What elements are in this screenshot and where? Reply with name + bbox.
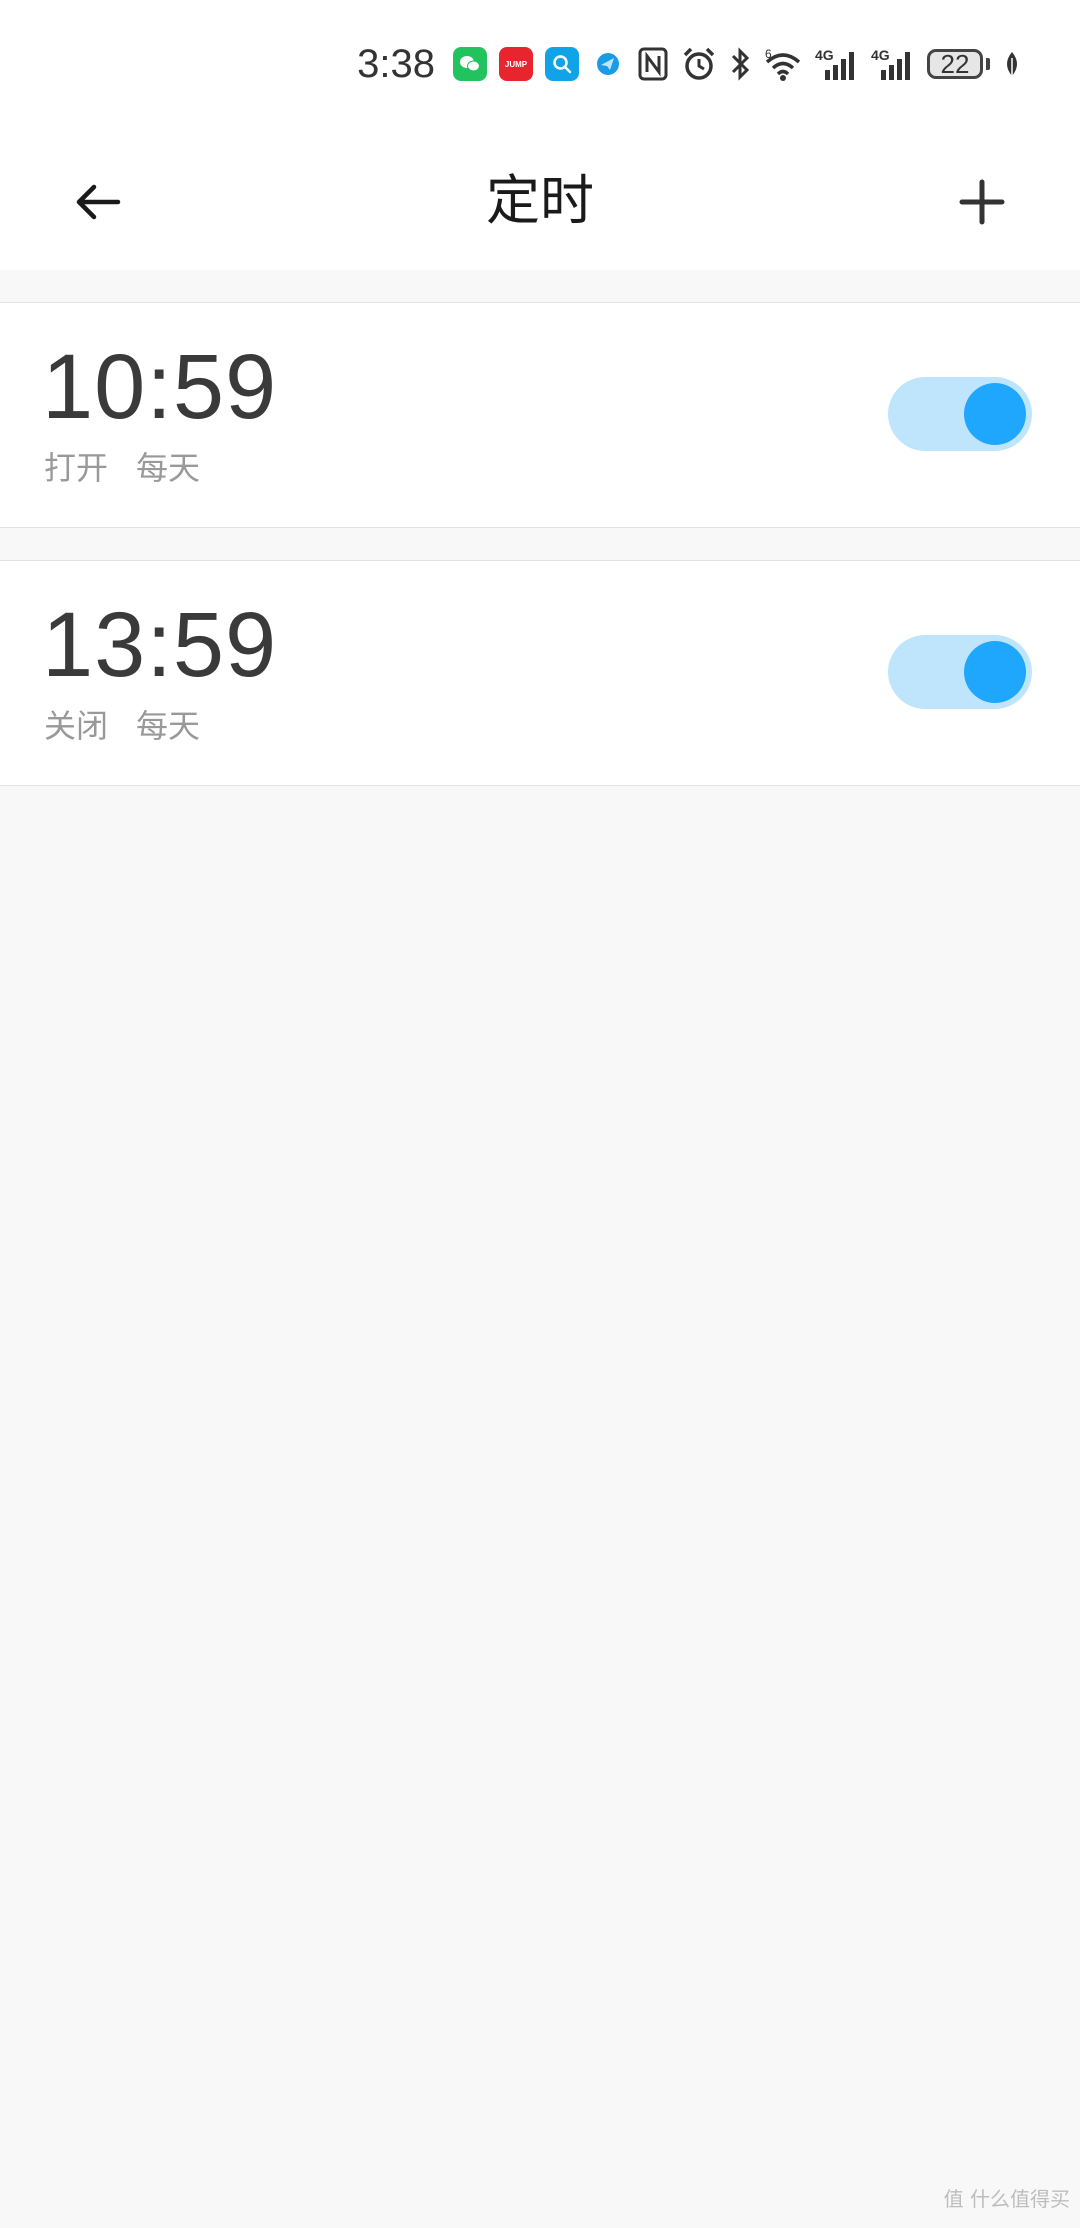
status-bar: 3:38 JUMP 6 4G 4G 22: [0, 0, 1080, 130]
search-app-icon: [545, 47, 579, 81]
battery-level: 22: [940, 48, 970, 79]
status-icons: 3:38 JUMP 6 4G 4G 22: [357, 38, 1022, 90]
bluetooth-icon: [729, 44, 751, 84]
signal-4g-icon: 4G: [815, 44, 859, 84]
blue-app-icon: [591, 47, 625, 81]
timer-details: 打开 每天: [44, 443, 200, 489]
network-label-1: 4G: [815, 47, 834, 63]
timer-time: 13:59: [42, 594, 278, 696]
timer-toggle[interactable]: [888, 635, 1032, 709]
battery-tip: [986, 58, 990, 70]
nfc-icon: [637, 44, 669, 84]
battery-icon: 22: [927, 49, 983, 79]
timer-time: 10:59: [42, 336, 278, 438]
toggle-knob: [964, 641, 1026, 703]
app-header: 定时: [0, 130, 1080, 270]
timer-repeat: 每天: [136, 449, 201, 487]
wechat-icon: [453, 47, 487, 81]
alarm-icon: [681, 44, 717, 84]
timer-action: 关闭: [44, 707, 109, 745]
timer-list: 10:59 打开 每天 13:59 关闭 每天: [0, 302, 1080, 818]
status-clock: 3:38: [357, 41, 435, 86]
network-label-2: 4G: [871, 47, 890, 63]
timer-item[interactable]: 13:59 关闭 每天: [0, 560, 1080, 786]
leaf-icon: [1002, 44, 1022, 84]
watermark-text: 值 什么值得买: [943, 2187, 1070, 2211]
add-timer-button[interactable]: [946, 166, 1018, 238]
jump-app-icon: JUMP: [499, 47, 533, 81]
timer-toggle[interactable]: [888, 377, 1032, 451]
page-title: 定时: [486, 169, 594, 232]
timer-action: 打开: [44, 449, 109, 487]
signal-4g-icon: 4G: [871, 44, 915, 84]
plus-icon: [959, 179, 1005, 225]
toggle-knob: [964, 383, 1026, 445]
timer-repeat: 每天: [136, 707, 201, 745]
timer-item[interactable]: 10:59 打开 每天: [0, 302, 1080, 528]
timer-details: 关闭 每天: [44, 701, 200, 747]
wifi-icon: 6: [763, 44, 803, 84]
watermark: 值 什么值得买: [944, 2183, 1070, 2212]
